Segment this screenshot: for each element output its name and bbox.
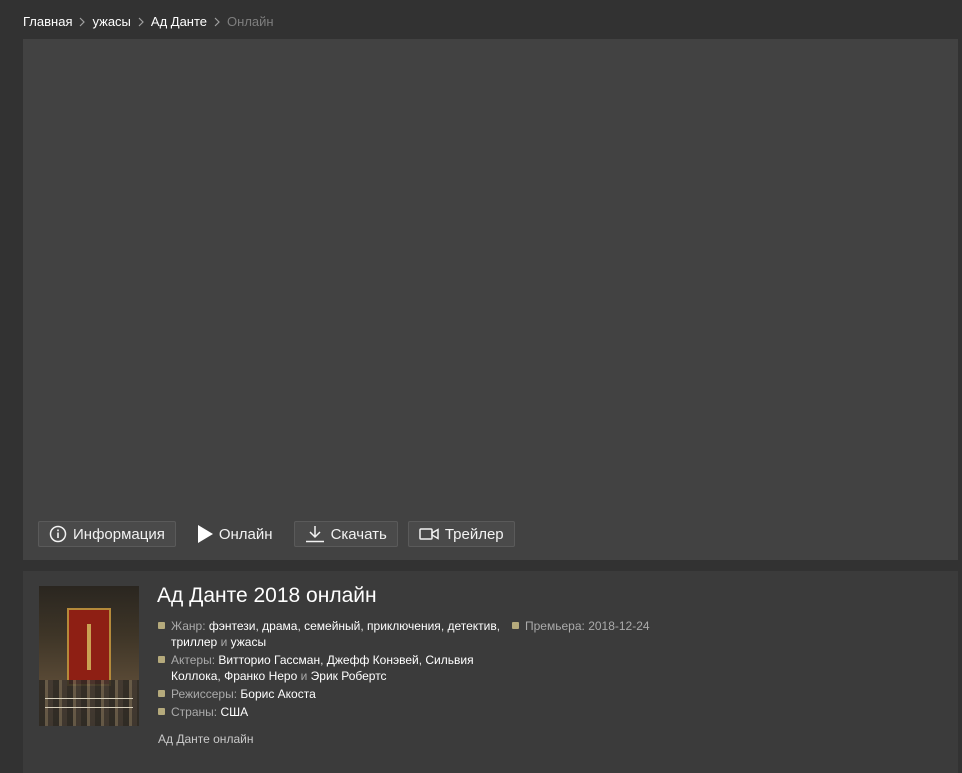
meta-premiere: Премьера: 2018-12-24 bbox=[512, 618, 712, 634]
genre-link[interactable]: детектив bbox=[447, 619, 496, 633]
tab-trailer-label: Трейлер bbox=[444, 525, 504, 543]
chevron-right-icon bbox=[72, 14, 92, 29]
breadcrumb-current: Онлайн bbox=[227, 13, 274, 29]
genre-link[interactable]: фэнтези bbox=[209, 619, 256, 633]
genre-link[interactable]: семейный bbox=[304, 619, 360, 633]
player-tabs: Информация Онлайн Скачать Трейлер bbox=[38, 521, 515, 547]
tab-download-label: Скачать bbox=[330, 525, 387, 543]
director-list: Борис Акоста bbox=[240, 687, 315, 701]
genre-list: фэнтези, драма, семейный, приключения, д… bbox=[171, 619, 501, 649]
tab-info[interactable]: Информация bbox=[38, 521, 176, 547]
actor-link[interactable]: Эрик Робертс bbox=[311, 669, 387, 683]
movie-info: Ад Данте 2018 онлайн Жанр: фэнтези, драм… bbox=[23, 571, 958, 773]
meta-right: Премьера: 2018-12-24 bbox=[512, 618, 712, 636]
breadcrumb-genre[interactable]: ужасы bbox=[92, 14, 130, 29]
movie-title: Ад Данте 2018 онлайн bbox=[157, 584, 377, 607]
actor-link[interactable]: Франко Неро bbox=[224, 669, 297, 683]
actors-label: Актеры: bbox=[171, 653, 216, 667]
countries-label: Страны: bbox=[171, 705, 218, 719]
meta-countries: Страны: США bbox=[158, 704, 503, 720]
movie-tagline: Ад Данте онлайн bbox=[158, 732, 254, 746]
premiere-label: Премьера: bbox=[525, 619, 585, 633]
list-conjunction: и bbox=[297, 669, 311, 683]
info-icon bbox=[49, 525, 67, 543]
tab-online[interactable]: Онлайн bbox=[186, 521, 284, 547]
breadcrumb-home[interactable]: Главная bbox=[23, 14, 72, 29]
meta-directors: Режиссеры: Борис Акоста bbox=[158, 686, 503, 702]
genre-link[interactable]: триллер bbox=[171, 635, 217, 649]
chevron-right-icon bbox=[131, 14, 151, 29]
tab-trailer[interactable]: Трейлер bbox=[407, 521, 515, 547]
tab-download[interactable]: Скачать bbox=[293, 521, 398, 547]
video-camera-icon bbox=[419, 528, 439, 540]
meta-genre: Жанр: фэнтези, драма, семейный, приключе… bbox=[158, 618, 503, 650]
movie-poster bbox=[39, 586, 139, 726]
country-list: США bbox=[220, 705, 248, 719]
director-link[interactable]: Борис Акоста bbox=[240, 687, 315, 701]
genre-link[interactable]: приключения bbox=[367, 619, 441, 633]
directors-label: Режиссеры: bbox=[171, 687, 238, 701]
meta-left: Жанр: фэнтези, драма, семейный, приключе… bbox=[158, 618, 503, 722]
list-conjunction: и bbox=[217, 635, 231, 649]
breadcrumb: Главная ужасы Ад Данте Онлайн bbox=[23, 13, 274, 29]
tab-info-label: Информация bbox=[73, 525, 165, 543]
country-link[interactable]: США bbox=[220, 705, 248, 719]
actor-list: Витторио Гассман, Джефф Конэвей, Сильвия… bbox=[171, 653, 474, 683]
chevron-right-icon bbox=[207, 14, 227, 29]
genre-link[interactable]: ужасы bbox=[231, 635, 266, 649]
actor-link[interactable]: Джефф Конэвей bbox=[327, 653, 419, 667]
video-player[interactable]: Информация Онлайн Скачать Трейлер bbox=[23, 39, 958, 560]
play-icon bbox=[197, 525, 213, 543]
download-icon bbox=[305, 526, 324, 543]
premiere-date: 2018-12-24 bbox=[588, 619, 650, 633]
meta-actors: Актеры: Витторио Гассман, Джефф Конэвей,… bbox=[158, 652, 503, 684]
breadcrumb-movie[interactable]: Ад Данте bbox=[151, 14, 207, 29]
tab-online-label: Онлайн bbox=[218, 525, 273, 543]
genre-link[interactable]: драма bbox=[262, 619, 297, 633]
actor-link[interactable]: Витторио Гассман bbox=[218, 653, 320, 667]
genre-label: Жанр: bbox=[171, 619, 206, 633]
